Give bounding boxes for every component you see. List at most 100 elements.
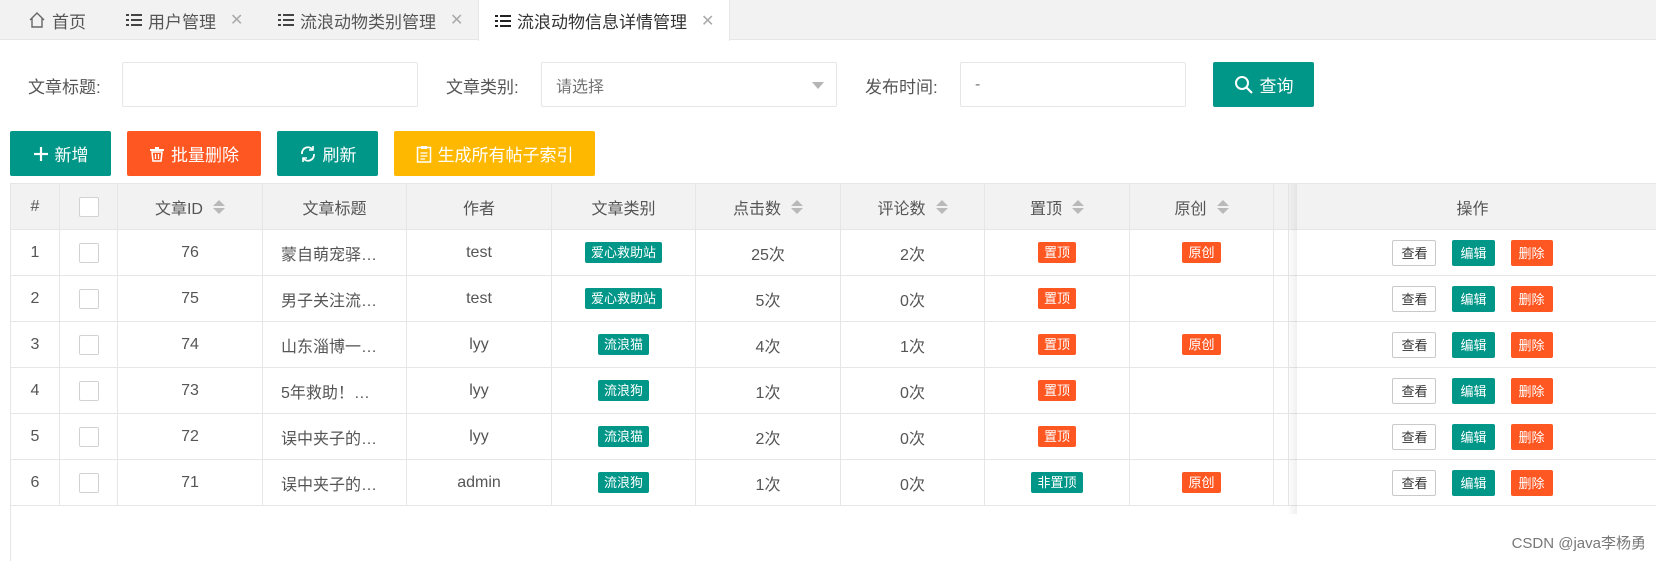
batch-delete-button[interactable]: 批量删除 — [127, 131, 261, 176]
close-icon[interactable]: ✕ — [230, 10, 243, 30]
delete-button[interactable]: 删除 — [1510, 285, 1553, 312]
header-actions: 操作 — [1289, 184, 1656, 229]
delete-button[interactable]: 删除 — [1510, 469, 1553, 496]
category-select[interactable]: 请选择 — [541, 62, 837, 107]
delete-button[interactable]: 删除 — [1510, 377, 1553, 404]
table-header: # 文章ID 文章标题 作者 文章类别 点击数 评论数 置顶 原创 操作 — [11, 184, 1656, 230]
edit-button[interactable]: 编辑 — [1452, 239, 1495, 266]
tab-user-management[interactable]: 用户管理 ✕ — [126, 0, 243, 40]
cell-actions: 查看 编辑 删除 — [1289, 368, 1656, 413]
row-number: 3 — [11, 322, 60, 367]
cell-actions: 查看 编辑 删除 — [1289, 460, 1656, 505]
batch-delete-label: 批量删除 — [171, 146, 239, 165]
table-row: 3 74 山东淄博一… lyy 流浪猫 4次 1次 置顶 原创 查看 编辑 删除 — [11, 322, 1656, 368]
header-label: 评论数 — [877, 200, 926, 218]
category-badge: 流浪狗 — [597, 380, 649, 401]
sort-icon[interactable] — [213, 199, 225, 214]
category-badge: 爱心救助站 — [584, 242, 662, 263]
title-input[interactable] — [122, 62, 418, 107]
view-button[interactable]: 查看 — [1392, 285, 1437, 312]
refresh-label: 刷新 — [322, 146, 357, 165]
tab-label: 首页 — [52, 12, 86, 32]
row-checkbox[interactable] — [78, 288, 99, 309]
row-checkbox[interactable] — [78, 426, 99, 447]
title-label: 文章标题: — [28, 78, 101, 97]
cell-title: 蒙自萌宠驿… — [263, 230, 407, 275]
tab-label: 流浪动物类别管理 — [300, 12, 436, 32]
cell-clicks: 1次 — [696, 368, 841, 413]
tab-label: 流浪动物信息详情管理 — [517, 13, 687, 32]
query-label: 查询 — [1259, 77, 1294, 96]
top-badge: 置顶 — [1037, 242, 1076, 263]
edit-button[interactable]: 编辑 — [1452, 469, 1495, 496]
cell-title: 误中夹子的… — [263, 460, 407, 505]
cell-original: 原创 — [1130, 230, 1274, 275]
category-placeholder: 请选择 — [556, 78, 605, 96]
select-all-checkbox[interactable] — [78, 196, 99, 217]
sort-icon[interactable] — [791, 199, 803, 214]
row-checkbox[interactable] — [78, 334, 99, 355]
cell-original — [1130, 276, 1274, 321]
header-comments[interactable]: 评论数 — [841, 184, 985, 229]
header-original[interactable]: 原创 — [1130, 184, 1274, 229]
tab-category-management[interactable]: 流浪动物类别管理 ✕ — [278, 0, 463, 40]
header-top[interactable]: 置顶 — [985, 184, 1130, 229]
delete-button[interactable]: 删除 — [1510, 423, 1553, 450]
row-checkbox[interactable] — [78, 472, 99, 493]
plus-icon — [33, 146, 49, 162]
view-button[interactable]: 查看 — [1392, 239, 1437, 266]
tab-bar: 首页 用户管理 ✕ 流浪动物类别管理 ✕ 流浪动物信息详情管理 ✕ — [0, 0, 1656, 41]
edit-button[interactable]: 编辑 — [1452, 331, 1495, 358]
cell-id: 72 — [118, 414, 263, 459]
category-badge: 流浪猫 — [597, 334, 649, 355]
top-badge: 置顶 — [1037, 334, 1076, 355]
delete-button[interactable]: 删除 — [1510, 331, 1553, 358]
refresh-button[interactable]: 刷新 — [277, 131, 378, 176]
cell-author: test — [407, 230, 552, 275]
table-row: 5 72 误中夹子的… lyy 流浪猫 2次 0次 置顶 查看 编辑 删除 — [11, 414, 1656, 460]
cell-title: 山东淄博一… — [263, 322, 407, 367]
row-select — [60, 414, 118, 459]
cell-clicks: 1次 — [696, 460, 841, 505]
cell-original: 原创 — [1130, 322, 1274, 367]
view-button[interactable]: 查看 — [1392, 377, 1437, 404]
edit-button[interactable]: 编辑 — [1452, 423, 1495, 450]
header-clicks[interactable]: 点击数 — [696, 184, 841, 229]
list-icon — [126, 13, 142, 27]
view-button[interactable]: 查看 — [1392, 469, 1437, 496]
sort-icon[interactable] — [935, 199, 948, 214]
cell-clicks: 5次 — [696, 276, 841, 321]
original-badge: 原创 — [1182, 472, 1221, 493]
add-button[interactable]: 新增 — [10, 131, 111, 176]
tab-home[interactable]: 首页 — [28, 0, 86, 40]
cell-comments: 0次 — [841, 414, 985, 459]
date-range-input[interactable]: - — [960, 62, 1186, 107]
cell-top: 置顶 — [985, 276, 1130, 321]
close-icon[interactable]: ✕ — [450, 10, 463, 30]
delete-button[interactable]: 删除 — [1510, 239, 1553, 266]
edit-button[interactable]: 编辑 — [1452, 285, 1495, 312]
category-label: 文章类别: — [446, 78, 519, 97]
query-button[interactable]: 查询 — [1213, 62, 1314, 107]
edit-button[interactable]: 编辑 — [1452, 377, 1495, 404]
tab-animal-info-management[interactable]: 流浪动物信息详情管理 ✕ — [478, 0, 730, 41]
sort-icon[interactable] — [1216, 199, 1229, 214]
table-row: 4 73 5年救助！… lyy 流浪狗 1次 0次 置顶 查看 编辑 删除 — [11, 368, 1656, 414]
table-row: 6 71 误中夹子的… admin 流浪狗 1次 0次 非置顶 原创 查看 编辑 删除 — [11, 460, 1656, 506]
cell-author: admin — [407, 460, 552, 505]
row-select — [60, 322, 118, 367]
cell-clicks: 2次 — [696, 414, 841, 459]
view-button[interactable]: 查看 — [1392, 423, 1437, 450]
view-button[interactable]: 查看 — [1392, 331, 1437, 358]
generate-index-button[interactable]: 生成所有帖子索引 — [394, 131, 595, 176]
close-icon[interactable]: ✕ — [701, 11, 714, 31]
row-checkbox[interactable] — [78, 380, 99, 401]
header-id[interactable]: 文章ID — [118, 184, 263, 229]
row-select — [60, 230, 118, 275]
row-checkbox[interactable] — [78, 242, 99, 263]
cell-comments: 1次 — [841, 322, 985, 367]
cell-title: 5年救助！… — [263, 368, 407, 413]
header-label: 置顶 — [1029, 200, 1062, 218]
sort-icon[interactable] — [1072, 199, 1084, 214]
cell-id: 74 — [118, 322, 263, 367]
